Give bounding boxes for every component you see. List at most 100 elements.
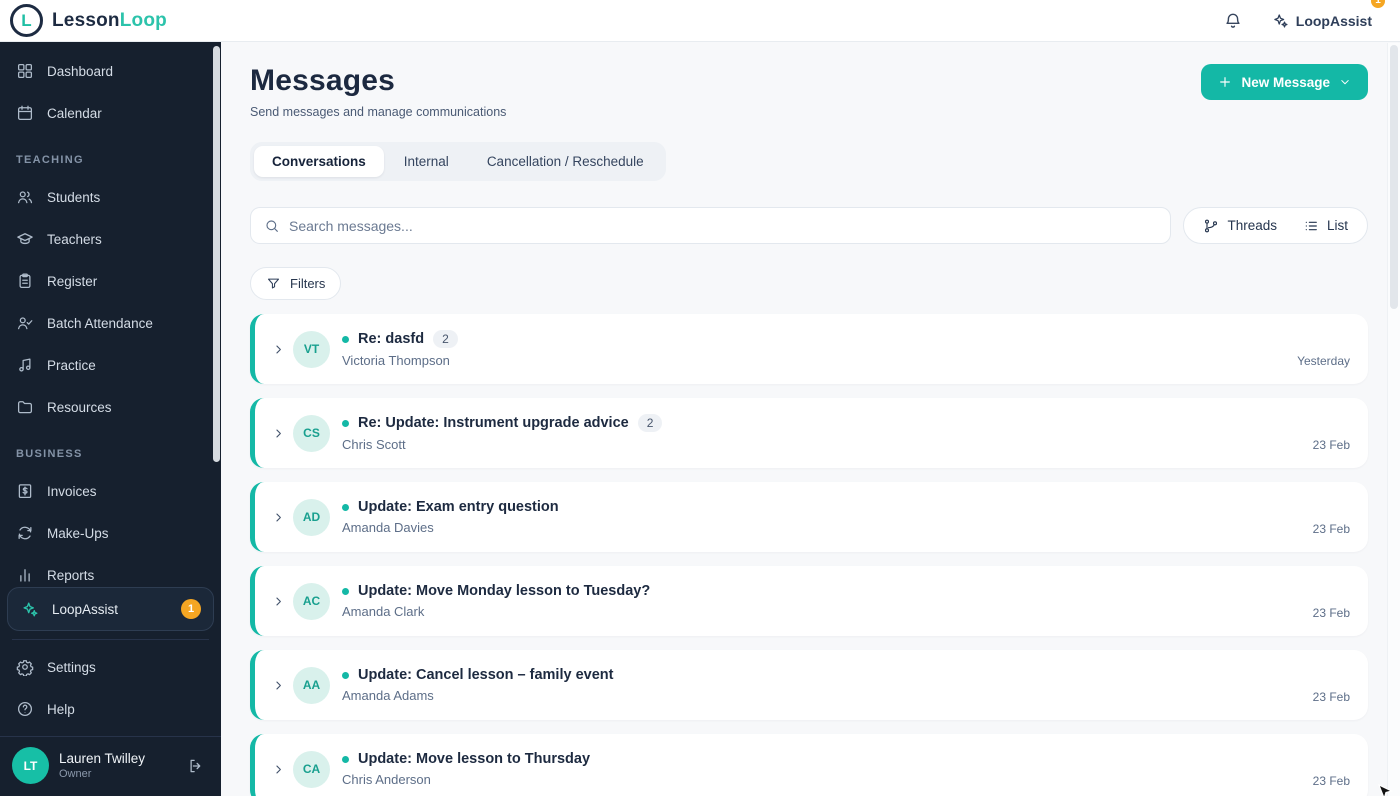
avatar: CS xyxy=(293,414,330,452)
sidebar-item-label: Settings xyxy=(47,659,96,675)
sidebar-item-invoices[interactable]: Invoices xyxy=(0,470,221,512)
sidebar-item-dashboard[interactable]: Dashboard xyxy=(0,50,221,92)
unread-dot-icon xyxy=(342,503,349,511)
sidebar-item-calendar[interactable]: Calendar xyxy=(0,92,221,134)
chevron-right-icon[interactable] xyxy=(267,426,289,441)
message-row[interactable]: CA Update: Move lesson to Thursday Chris A… xyxy=(250,734,1368,796)
sidebar-section-label: TEACHING xyxy=(16,154,84,166)
message-row[interactable]: VT Re: dasfd 2 Victoria Thompson Yesterday xyxy=(250,314,1368,384)
user-profile[interactable]: LT Lauren Twilley Owner xyxy=(0,736,221,796)
plus-icon xyxy=(1217,74,1233,90)
loopassist-sidebar-label: LoopAssist xyxy=(52,601,119,617)
loopassist-header-button[interactable]: LoopAssist 1 xyxy=(1269,0,1387,34)
search-input[interactable] xyxy=(289,217,1158,234)
sidebar-item-label: Register xyxy=(47,273,98,289)
message-tabs: Conversations Internal Cancellation / Resc… xyxy=(250,142,666,181)
page-title: Messages xyxy=(250,64,396,97)
sidebar-item-resources[interactable]: Resources xyxy=(0,386,221,428)
message-sender: Amanda Davies xyxy=(342,520,434,535)
calendar-icon xyxy=(16,104,34,122)
list-icon xyxy=(1303,218,1319,234)
avatar: CA xyxy=(293,750,330,788)
message-row[interactable]: AC Update: Move Monday lesson to Tuesday?… xyxy=(250,566,1368,636)
tab-internal[interactable]: Internal xyxy=(386,146,467,177)
search-box[interactable] xyxy=(250,207,1172,244)
chevron-right-icon[interactable] xyxy=(267,678,289,693)
message-subject: Update: Move Monday lesson to Tuesday? xyxy=(358,583,651,599)
message-date: 23 Feb xyxy=(1312,522,1350,536)
message-date: 23 Feb xyxy=(1312,690,1350,704)
help-icon xyxy=(16,700,34,718)
page-scrollbar[interactable] xyxy=(1387,43,1400,796)
unread-dot-icon xyxy=(342,671,349,679)
message-row[interactable]: AD Update: Exam entry question Amanda Davi… xyxy=(250,482,1368,552)
message-count-badge: 2 xyxy=(637,414,663,432)
sidebar-item-loopassist[interactable]: LoopAssist 1 xyxy=(7,587,214,631)
sidebar-nav: Dashboard Calendar TEACHING Students Teacher… xyxy=(0,42,221,602)
view-toggle: Threads List xyxy=(1183,207,1368,244)
user-name: Lauren Twilley xyxy=(59,751,146,766)
chevron-right-icon[interactable] xyxy=(267,510,289,525)
folder-icon xyxy=(16,398,34,416)
chevron-right-icon[interactable] xyxy=(267,342,289,357)
page-subtitle: Send messages and manage communications xyxy=(250,105,507,119)
loopassist-header-badge: 1 xyxy=(1369,0,1387,10)
avatar: LT xyxy=(12,747,49,784)
brand-name-primary: Lesson xyxy=(52,9,120,31)
message-date: 23 Feb xyxy=(1312,438,1350,452)
sidebar-item-label: Teachers xyxy=(47,231,102,247)
message-row[interactable]: AA Update: Cancel lesson – family event Am… xyxy=(250,650,1368,720)
new-message-button[interactable]: New Message xyxy=(1201,64,1368,100)
message-row[interactable]: CS Re: Update: Instrument upgrade advice 2… xyxy=(250,398,1368,468)
sidebar-bottom: LoopAssist 1 Settings Help LT Lauren Twi… xyxy=(0,583,221,796)
logo-letter: L xyxy=(21,10,32,30)
avatar: AC xyxy=(293,582,330,620)
user-check-icon xyxy=(16,314,34,332)
sidebar-item-make-ups[interactable]: Make-Ups xyxy=(0,512,221,554)
unread-dot-icon xyxy=(342,335,349,343)
message-subject: Re: Update: Instrument upgrade advice xyxy=(358,415,629,431)
message-list: VT Re: dasfd 2 Victoria Thompson Yesterday CS… xyxy=(250,314,1368,796)
sparkles-icon xyxy=(20,600,39,619)
scrollbar-thumb[interactable] xyxy=(1390,45,1398,309)
sidebar-divider xyxy=(12,639,209,640)
sidebar-item-batch-attendance[interactable]: Batch Attendance xyxy=(0,302,221,344)
sidebar-item-practice[interactable]: Practice xyxy=(0,344,221,386)
notification-bell-icon[interactable] xyxy=(1223,11,1243,31)
avatar: VT xyxy=(293,330,330,368)
message-count-badge: 2 xyxy=(433,330,458,348)
loopassist-header-label: LoopAssist xyxy=(1295,12,1372,29)
brand-logo[interactable]: L LessonLoop xyxy=(10,4,167,37)
sidebar-item-label: Reports xyxy=(47,567,95,583)
chevron-down-icon xyxy=(1338,75,1352,89)
user-role: Owner xyxy=(59,768,92,780)
chevron-right-icon[interactable] xyxy=(267,762,289,777)
filters-button[interactable]: Filters xyxy=(250,267,342,300)
view-toggle-threads[interactable]: Threads xyxy=(1190,211,1290,241)
unread-dot-icon xyxy=(342,587,349,595)
message-sender: Amanda Clark xyxy=(342,604,425,619)
sidebar-item-help[interactable]: Help xyxy=(0,688,221,730)
view-toggle-label: List xyxy=(1326,218,1348,233)
sidebar-item-students[interactable]: Students xyxy=(0,176,221,218)
tab-cancellation-reschedule[interactable]: Cancellation / Reschedule xyxy=(469,146,662,177)
message-subject: Re: dasfd xyxy=(358,331,425,347)
view-toggle-list[interactable]: List xyxy=(1290,211,1361,241)
sidebar-item-settings[interactable]: Settings xyxy=(0,646,221,688)
invoice-icon xyxy=(16,482,34,500)
sidebar-item-register[interactable]: Register xyxy=(0,260,221,302)
sidebar-item-label: Invoices xyxy=(47,483,97,499)
message-sender: Victoria Thompson xyxy=(342,353,450,368)
sidebar-item-label: Dashboard xyxy=(47,63,114,79)
sidebar-item-label: Students xyxy=(47,189,101,205)
sidebar-item-label: Practice xyxy=(47,357,96,373)
chevron-right-icon[interactable] xyxy=(267,594,289,609)
sidebar-item-teachers[interactable]: Teachers xyxy=(0,218,221,260)
sidebar-scrollbar[interactable] xyxy=(213,46,220,462)
threads-icon xyxy=(1203,218,1219,234)
main-content: Messages Send messages and manage commun… xyxy=(221,42,1400,796)
sidebar: Dashboard Calendar TEACHING Students Teacher… xyxy=(0,42,221,796)
tab-conversations[interactable]: Conversations xyxy=(254,146,384,177)
sidebar-item-label: Batch Attendance xyxy=(47,315,153,331)
logout-icon[interactable] xyxy=(187,757,205,775)
